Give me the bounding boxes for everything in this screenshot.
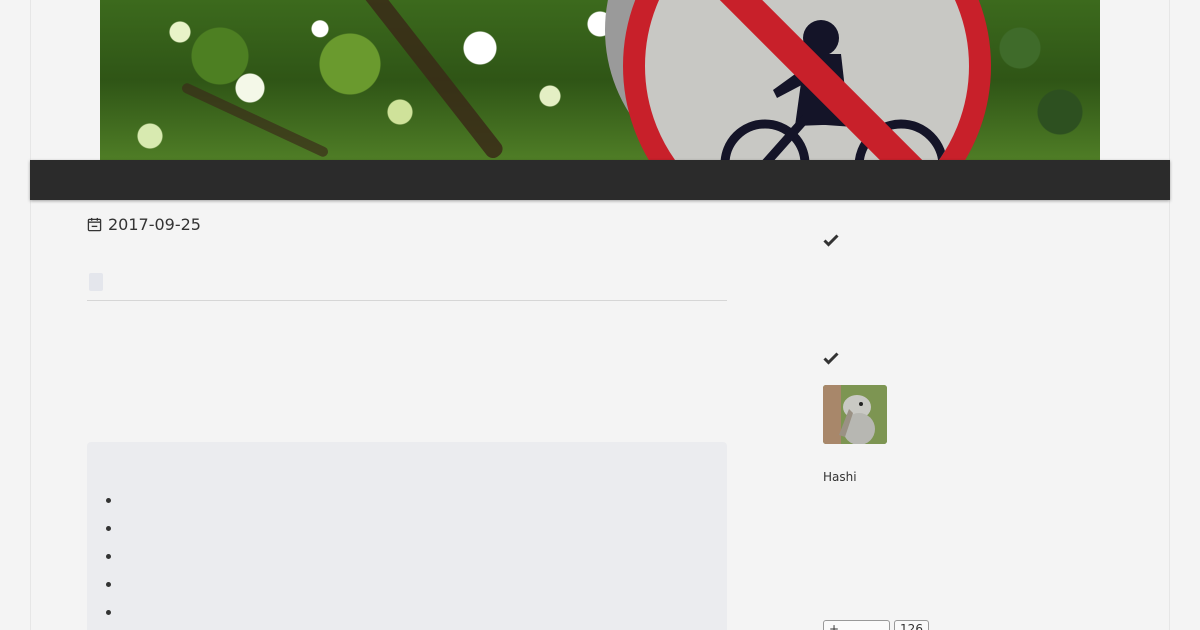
calendar-icon bbox=[87, 217, 102, 232]
no-bicycle-sign bbox=[623, 0, 991, 160]
avatar-image bbox=[823, 385, 887, 444]
follower-count: 126 bbox=[894, 620, 929, 630]
check-icon bbox=[823, 234, 839, 247]
avatar[interactable] bbox=[823, 385, 887, 444]
check-icon bbox=[823, 352, 839, 365]
branch-decor bbox=[350, 0, 506, 160]
post-date: 2017-09-25 bbox=[87, 215, 201, 234]
no-bicycle-icon bbox=[719, 0, 948, 160]
post-date-text: 2017-09-25 bbox=[108, 215, 201, 234]
header-image bbox=[100, 0, 1100, 160]
follow-button[interactable]: + bbox=[823, 620, 890, 630]
plus-icon: + bbox=[829, 622, 840, 630]
author-name[interactable]: Hashi bbox=[823, 470, 857, 484]
branch-decor bbox=[180, 81, 330, 159]
title-placeholder-glyph bbox=[89, 273, 103, 291]
table-of-contents bbox=[87, 442, 727, 630]
navbar bbox=[30, 160, 1170, 200]
title-divider bbox=[87, 300, 727, 301]
